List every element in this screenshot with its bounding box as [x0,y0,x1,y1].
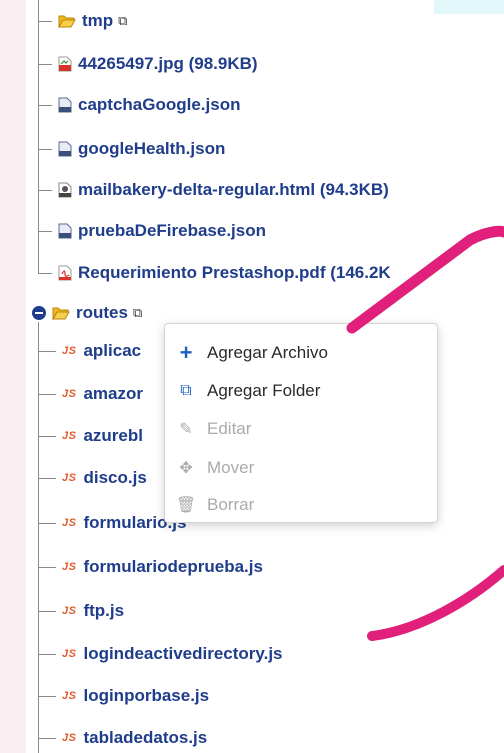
annotation-stroke-upper [346,225,504,334]
annotation-strokes [346,225,504,641]
annotation-stroke-lower [367,565,504,641]
